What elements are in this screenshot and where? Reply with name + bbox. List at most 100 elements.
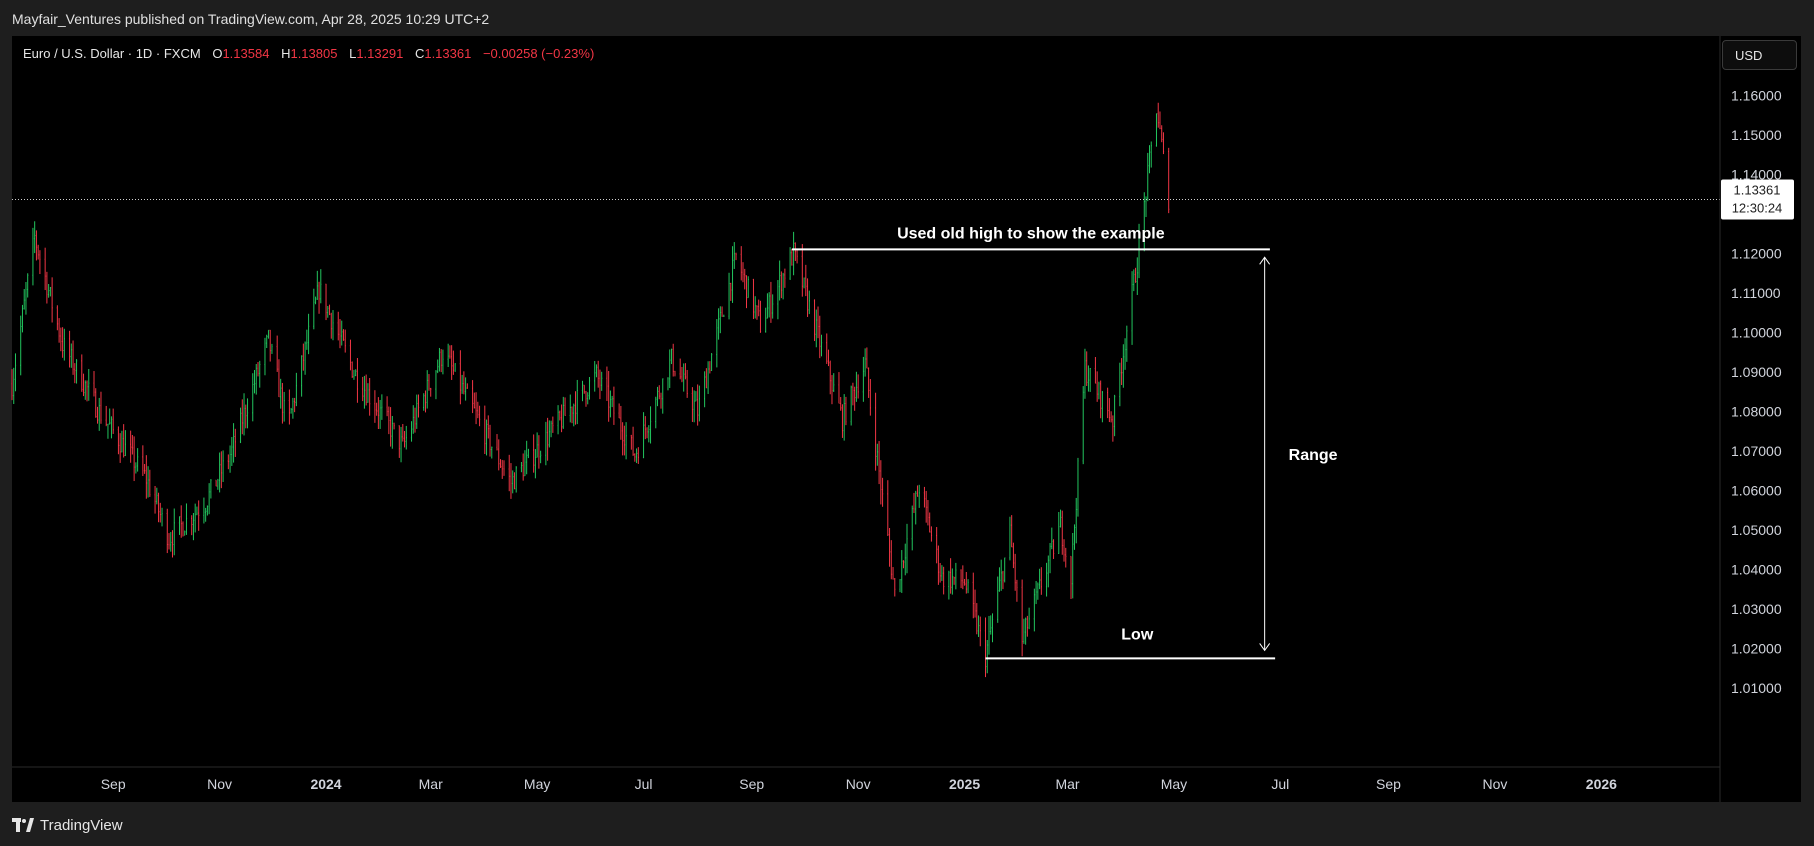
ohlc-bar <box>925 490 927 523</box>
ohlc-bar <box>463 371 465 395</box>
ohlc-bar <box>107 423 109 439</box>
ohlc-bar <box>508 454 510 492</box>
ohlc-bar <box>1134 267 1137 283</box>
ohlc-bar <box>868 367 870 398</box>
ohlc-bar <box>416 394 418 429</box>
ohlc-bar <box>852 382 854 406</box>
ohlc-bar <box>332 310 334 341</box>
ohlc-bar <box>704 371 706 408</box>
ohlc-bar <box>281 382 284 424</box>
ohlc-bar <box>95 388 97 418</box>
open-value: 1.13584 <box>222 46 270 61</box>
ohlc-bar <box>562 396 564 429</box>
ohlc-bar <box>686 369 688 398</box>
ohlc-bar <box>130 430 132 463</box>
ohlc-bar <box>220 451 222 489</box>
ohlc-bar <box>234 428 236 457</box>
ohlc-bar <box>351 361 353 378</box>
ohlc-bar <box>878 441 880 485</box>
ohlc-bar <box>23 289 25 310</box>
ohlc-bar <box>779 260 781 301</box>
ohlc-bar <box>979 616 981 647</box>
ohlc-bar <box>280 378 282 409</box>
ohlc-bar <box>98 397 100 431</box>
ohlc-bar <box>930 526 933 542</box>
ohlc-bar <box>534 449 537 479</box>
ohlc-bar <box>1033 588 1035 632</box>
ohlc-bar <box>1126 325 1128 362</box>
ohlc-bar <box>1059 509 1062 528</box>
ohlc-bar <box>154 485 156 514</box>
ohlc-bar <box>35 230 38 261</box>
ohlc-bar <box>402 424 404 442</box>
ohlc-bar <box>374 390 376 423</box>
ohlc-bar <box>890 540 892 580</box>
ohlc-bar <box>1086 351 1088 386</box>
currency-button[interactable]: USD <box>1722 40 1797 70</box>
ohlc-bar <box>313 288 315 330</box>
ohlc-bar <box>948 570 950 600</box>
ohlc-bar <box>658 385 660 400</box>
ohlc-bar <box>1161 125 1163 143</box>
ohlc-bar <box>768 292 770 318</box>
ohlc-bar <box>96 406 99 424</box>
ohlc-bar <box>936 527 938 564</box>
ohlc-bar <box>93 371 95 397</box>
ohlc-bar <box>137 448 139 472</box>
ohlc-bar <box>437 359 439 374</box>
ohlc-bar <box>157 492 160 523</box>
annotations: Used old high to show the example Low Rang… <box>791 225 1338 660</box>
ohlc-bar <box>231 436 233 466</box>
ohlc-bar <box>489 424 491 457</box>
ohlc-bar <box>471 380 474 414</box>
ohlc-bar <box>142 445 144 476</box>
ohlc-bar <box>955 562 957 590</box>
ohlc-bar <box>124 430 127 457</box>
ohlc-bar <box>827 349 830 367</box>
ohlc-bar <box>253 369 256 394</box>
ohlc-bar <box>536 432 538 458</box>
ohlc-bar <box>1098 381 1100 400</box>
price-tick-label: 1.02000 <box>1731 640 1782 656</box>
ohlc-bar <box>667 377 669 391</box>
ohlc-bar <box>597 360 599 388</box>
ohlc-bar <box>840 397 842 411</box>
ohlc-bar <box>587 392 589 405</box>
ohlc-bar <box>449 345 451 359</box>
ohlc-bar <box>1002 570 1004 590</box>
ohlc-chart[interactable]: Used old high to show the example Low Rang… <box>0 0 1814 846</box>
ohlc-bar <box>683 363 685 392</box>
ohlc-bar <box>302 343 304 371</box>
ohlc-bar <box>344 329 346 353</box>
ohlc-bar <box>644 416 646 440</box>
ohlc-bar <box>962 565 964 590</box>
ohlc-bar <box>648 425 650 443</box>
ohlc-bar <box>794 242 796 261</box>
ohlc-bar <box>159 502 161 523</box>
ohlc-bar <box>679 358 681 380</box>
ohlc-bar <box>524 450 526 477</box>
ohlc-bar <box>1162 132 1165 155</box>
ohlc-bar <box>527 448 530 459</box>
ohlc-bar <box>477 401 479 419</box>
price-tick-label: 1.09000 <box>1731 364 1782 380</box>
ohlc-bar <box>984 617 987 678</box>
ohlc-bar <box>82 373 85 397</box>
price-tick-label: 1.12000 <box>1731 245 1782 261</box>
ohlc-bar <box>252 373 254 422</box>
ohlc-bar <box>459 350 461 405</box>
ohlc-bar <box>632 426 634 456</box>
ohlc-bar <box>447 343 449 368</box>
ohlc-bar <box>1073 524 1076 550</box>
ohlc-bar <box>716 319 718 368</box>
ohlc-bar <box>1070 555 1072 600</box>
ohlc-bar <box>608 370 610 422</box>
ohlc-bar <box>1021 579 1023 657</box>
ohlc-bar <box>557 405 559 435</box>
ohlc-bar <box>1051 527 1053 550</box>
ohlc-bar <box>862 356 864 402</box>
ohlc-bar <box>902 560 905 569</box>
ohlc-bar <box>255 363 257 395</box>
ohlc-bar <box>728 272 730 320</box>
ohlc-bar <box>119 433 121 463</box>
